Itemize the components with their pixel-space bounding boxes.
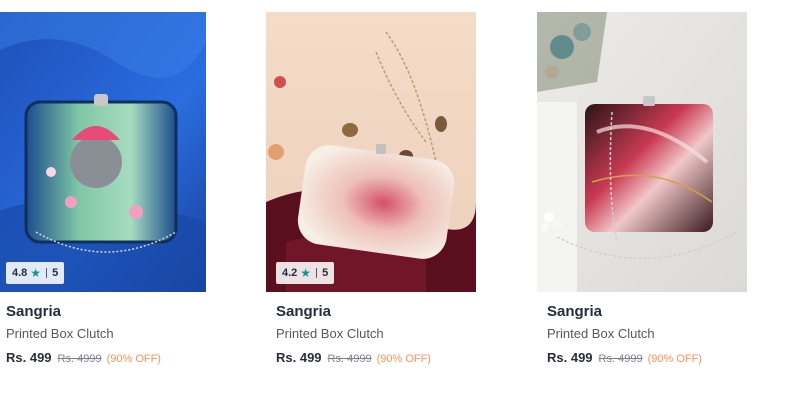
price-row: Rs. 499 Rs. 4999 (90% OFF) (276, 350, 466, 365)
rating-value: 4.8 (12, 267, 28, 279)
product-mrp: Rs. 4999 (327, 353, 372, 365)
product-name: Printed Box Clutch (276, 326, 384, 341)
price-row: Rs. 499 Rs. 4999 (90% OFF) (6, 350, 196, 365)
product-card[interactable]: Sangria Printed Box Clutch Rs. 499 Rs. 4… (537, 12, 747, 365)
rating-badge: 4.2 ★ 5 (276, 262, 335, 284)
product-brand: Sangria (276, 303, 332, 320)
rating-value: 4.2 (282, 267, 298, 279)
product-info: Sangria Printed Box Clutch Rs. 499 Rs. 4… (266, 292, 476, 365)
white-marble-box-clutch-image (266, 12, 476, 292)
product-card[interactable]: 4.2 ★ 5 Sangria Printed Box Clutch Rs. 4… (266, 12, 476, 365)
star-icon: ★ (30, 266, 42, 280)
product-info: Sangria Printed Box Clutch Rs. 499 Rs. 4… (0, 292, 206, 365)
product-price: Rs. 499 (6, 350, 52, 365)
product-grid: 4.8 ★ 5 Sangria Printed Box Clutch Rs. 4… (0, 0, 797, 402)
rating-badge: 4.8 ★ 5 (6, 262, 65, 284)
rating-count: 5 (52, 267, 59, 279)
blue-pichwai-box-clutch-image (0, 12, 206, 292)
product-image[interactable] (537, 12, 747, 292)
product-price: Rs. 499 (276, 350, 322, 365)
product-image[interactable]: 4.2 ★ 5 (266, 12, 476, 292)
product-card[interactable]: 4.8 ★ 5 Sangria Printed Box Clutch Rs. 4… (0, 12, 206, 365)
product-brand: Sangria (547, 303, 603, 320)
product-mrp: Rs. 4999 (598, 353, 643, 365)
product-image[interactable]: 4.8 ★ 5 (0, 12, 206, 292)
product-brand: Sangria (6, 303, 62, 320)
red-marble-box-clutch-image (537, 12, 747, 292)
product-discount: (90% OFF) (376, 353, 431, 365)
price-row: Rs. 499 Rs. 4999 (90% OFF) (547, 350, 737, 365)
product-name: Printed Box Clutch (547, 326, 655, 341)
rating-divider (46, 268, 48, 278)
rating-count: 5 (322, 267, 329, 279)
product-info: Sangria Printed Box Clutch Rs. 499 Rs. 4… (537, 292, 747, 365)
product-discount: (90% OFF) (647, 353, 702, 365)
star-icon: ★ (300, 266, 312, 280)
product-price: Rs. 499 (547, 350, 593, 365)
rating-divider (316, 268, 318, 278)
product-discount: (90% OFF) (106, 353, 161, 365)
product-mrp: Rs. 4999 (57, 353, 102, 365)
product-name: Printed Box Clutch (6, 326, 114, 341)
